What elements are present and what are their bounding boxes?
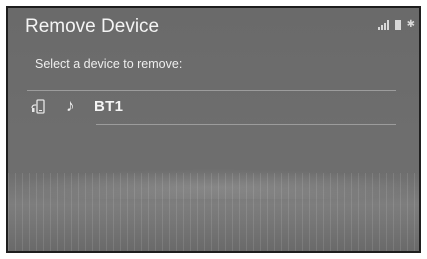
device-list-item[interactable]: ♪ BT1 [27, 94, 396, 122]
page-title: Remove Device [25, 16, 160, 37]
signal-icon [377, 20, 389, 30]
battery-icon [394, 20, 401, 30]
bluetooth-icon: ✱ [406, 19, 415, 30]
background-floor-pattern [8, 173, 419, 251]
remove-device-screen: Remove Device ✱ Select a device to remov… [6, 6, 421, 253]
select-device-prompt: Select a device to remove: [35, 57, 183, 71]
list-divider-top [27, 90, 396, 91]
device-name: BT1 [94, 98, 124, 115]
list-divider-bottom [96, 124, 396, 125]
status-bar: ✱ [377, 18, 415, 30]
phone-icon [31, 99, 47, 115]
music-icon: ♪ [66, 96, 75, 115]
